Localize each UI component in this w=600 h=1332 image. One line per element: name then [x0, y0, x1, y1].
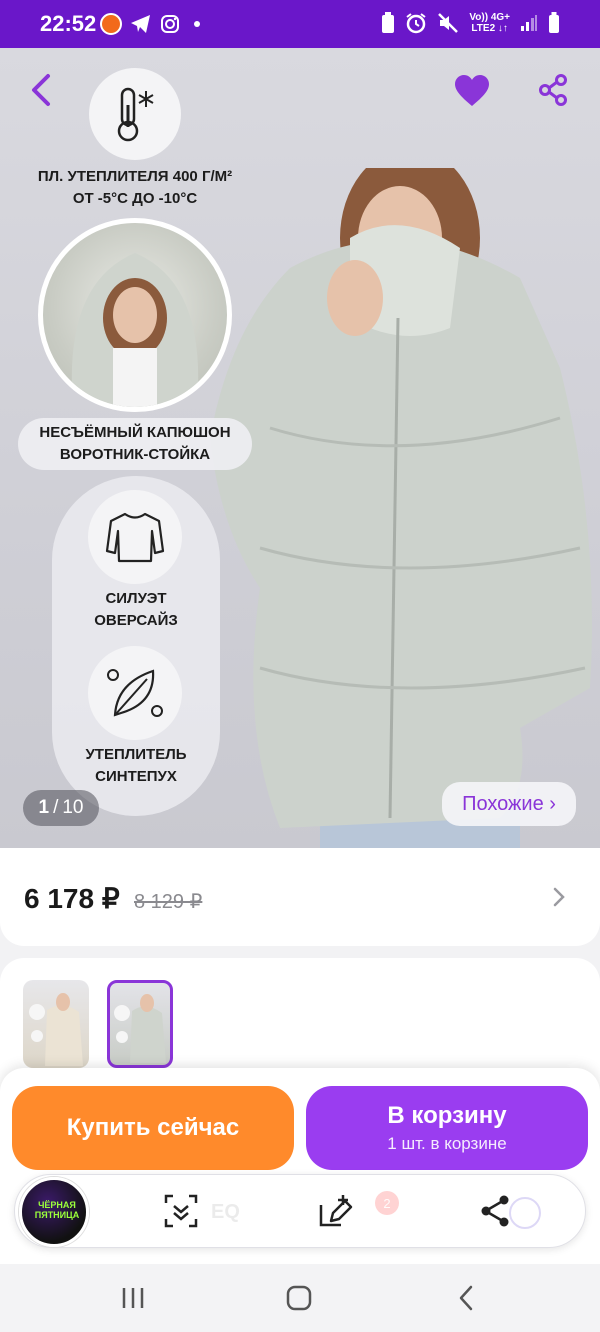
feature-hood-text: НЕСЪЁМНЫЙ КАПЮШОН ВОРОТНИК-СТОЙКА	[18, 422, 252, 466]
product-photo-jacket	[210, 168, 592, 848]
battery-saver-icon	[382, 12, 395, 33]
back-icon[interactable]	[452, 1284, 482, 1312]
old-price: 8 129 ₽	[134, 891, 203, 913]
chevron-right-icon[interactable]	[552, 886, 566, 908]
thermometer-snowflake-icon	[89, 68, 181, 160]
feature-line: ОТ -5°C ДО -10°C	[72, 190, 198, 207]
recent-apps-icon[interactable]	[118, 1284, 148, 1312]
feature-line: ВОРОТНИК-СТОЙКА	[59, 446, 211, 463]
telegram-icon	[131, 15, 150, 33]
share-icon[interactable]	[477, 1193, 513, 1229]
network-type-top: Vo)) 4G+	[469, 12, 510, 23]
instagram-icon	[161, 15, 179, 33]
ghost-cart-badge: 2	[375, 1191, 399, 1215]
feature-line: СИНТЕПУХ	[95, 768, 177, 785]
image-counter: 1 / 10	[23, 790, 99, 826]
add-note-icon[interactable]	[317, 1193, 353, 1229]
promo-text: ЧЁРНАЯ ПЯТНИЦА	[34, 1200, 80, 1220]
feature-filling-text: УТЕПЛИТЕЛЬ СИНТЕПУХ	[52, 744, 220, 788]
buy-now-button[interactable]: Купить сейчас	[12, 1086, 294, 1170]
ghost-search-label: EQ	[211, 1201, 240, 1223]
feature-silhouette-text: СИЛУЭТ ОВЕРСАЙЗ	[52, 588, 220, 632]
product-image-gallery[interactable]: ПЛ. УТЕПЛИТЕЛЯ 400 Г/М² ОТ -5°C ДО -10°C…	[0, 48, 600, 848]
variant-thumbnail-grey-selected[interactable]	[107, 980, 173, 1068]
price-card[interactable]: 6 178 ₽ 8 129 ₽	[0, 848, 600, 946]
status-time: 22:52	[40, 11, 97, 36]
mute-icon	[438, 13, 459, 33]
black-friday-promo-bubble[interactable]: ЧЁРНАЯ ПЯТНИЦА	[19, 1177, 89, 1247]
back-arrow-icon[interactable]	[26, 72, 58, 108]
feature-line: НЕСЪЁМНЫЙ КАПЮШОН	[39, 424, 231, 441]
counter-separator: /	[53, 797, 59, 818]
add-to-cart-button[interactable]: В корзину 1 шт. в корзине	[306, 1086, 588, 1170]
more-notifications-dot	[194, 21, 200, 27]
home-icon[interactable]	[284, 1284, 314, 1312]
network-type-bottom: LTE2 ↓↑	[471, 23, 508, 34]
in-cart-count: 1 шт. в корзине	[387, 1134, 507, 1153]
similar-products-button[interactable]: Похожие ›	[442, 782, 576, 826]
share-icon[interactable]	[538, 74, 568, 106]
variant-thumbnail-cream[interactable]	[23, 980, 89, 1068]
app-notification-icon	[100, 13, 122, 35]
feather-icon	[88, 646, 182, 740]
signal-icon	[521, 15, 537, 31]
counter-current: 1	[38, 797, 50, 818]
current-price: 6 178 ₽	[24, 883, 120, 914]
favorite-heart-icon[interactable]	[454, 74, 490, 108]
system-navigation-bar	[0, 1264, 600, 1332]
battery-icon	[549, 12, 559, 33]
notification-icons	[100, 13, 200, 35]
add-to-cart-label: В корзину	[387, 1102, 507, 1129]
feature-line: УТЕПЛИТЕЛЬ	[85, 746, 187, 763]
feature-line: ПЛ. УТЕПЛИТЕЛЯ 400 Г/М²	[37, 168, 233, 185]
feature-insulation-text: ПЛ. УТЕПЛИТЕЛЯ 400 Г/М² ОТ -5°C ДО -10°C	[20, 166, 250, 210]
feature-line: СИЛУЭТ	[105, 590, 167, 607]
alarm-icon	[406, 13, 426, 34]
bottom-action-sheet: Купить сейчас В корзину 1 шт. в корзине …	[0, 1068, 600, 1264]
network-indicator: Vo)) 4G+ LTE2 ↓↑	[469, 12, 510, 34]
hood-detail-photo	[38, 218, 232, 412]
counter-total: 10	[62, 797, 84, 818]
scan-icon[interactable]	[163, 1193, 199, 1229]
status-bar: 22:52 Vo)) 4G+ LTE2 ↓↑	[0, 0, 600, 48]
sweater-icon	[88, 490, 182, 584]
feature-line: ОВЕРСАЙЗ	[94, 612, 178, 629]
system-icons: Vo)) 4G+ LTE2 ↓↑	[381, 12, 560, 34]
ghost-profile-icon	[509, 1197, 541, 1229]
floating-toolbar: EQ 2 ЧЁРНАЯ ПЯТНИЦА	[14, 1174, 586, 1248]
